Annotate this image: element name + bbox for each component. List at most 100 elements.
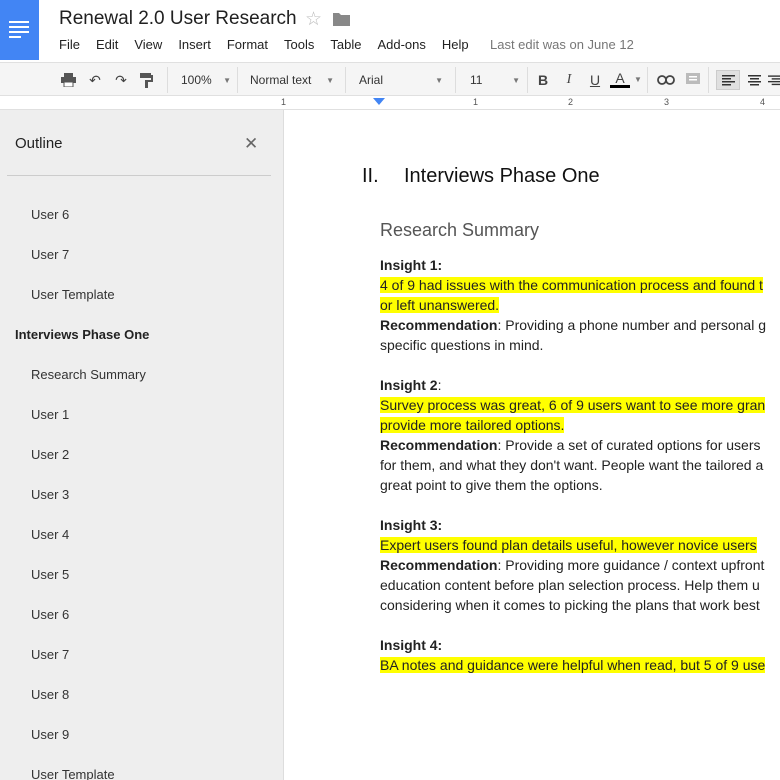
outline-item[interactable]: Interviews Phase One xyxy=(0,327,283,367)
recommendation-text: : Provide a set of curated options for u… xyxy=(497,437,761,453)
insight-text: Survey process was great, 6 of 9 users w… xyxy=(380,397,766,413)
outline-item[interactable]: User Template xyxy=(0,767,283,780)
outline-item[interactable]: User 6 xyxy=(0,207,283,247)
bold-button[interactable]: B xyxy=(533,70,553,90)
document-page[interactable]: II. Interviews Phase One Research Summary… xyxy=(285,110,780,780)
docs-home-icon[interactable] xyxy=(0,0,39,60)
recommendation-label: Recommendation xyxy=(380,557,498,573)
heading-1: II. Interviews Phase One xyxy=(362,165,600,188)
font-size-select[interactable]: 11 ▼ xyxy=(470,69,520,91)
font-select[interactable]: Arial ▼ xyxy=(359,69,443,91)
outline-item[interactable]: User 6 xyxy=(0,607,283,647)
outline-item[interactable]: User 1 xyxy=(0,407,283,447)
recommendation-text: considering when it comes to picking the… xyxy=(380,597,760,613)
insight-label: Insight 1: xyxy=(380,257,443,273)
paint-format-icon[interactable] xyxy=(137,70,157,90)
chevron-down-icon: ▼ xyxy=(326,75,334,85)
menu-bar: File Edit View Insert Format Tools Table… xyxy=(59,37,485,52)
outline-item[interactable]: User 4 xyxy=(0,527,283,567)
text-color-swatch xyxy=(610,85,630,88)
outline-item[interactable]: Research Summary xyxy=(0,367,283,407)
menu-table[interactable]: Table xyxy=(330,37,361,52)
menu-addons[interactable]: Add-ons xyxy=(377,37,425,52)
align-right-icon[interactable] xyxy=(768,70,780,90)
toolbar-separator xyxy=(345,67,346,93)
outline-title: Outline xyxy=(15,135,63,152)
chevron-down-icon[interactable]: ▼ xyxy=(634,75,642,84)
align-center-icon[interactable] xyxy=(744,70,764,90)
recommendation-text: : Providing a phone number and personal … xyxy=(497,317,766,333)
ruler[interactable]: 1 1 2 3 4 xyxy=(0,96,780,110)
zoom-select[interactable]: 100% ▼ xyxy=(181,69,231,91)
ruler-number: 4 xyxy=(760,97,766,107)
folder-icon[interactable] xyxy=(333,12,350,26)
chevron-down-icon: ▼ xyxy=(512,75,520,85)
divider xyxy=(7,175,271,176)
last-edit-status[interactable]: Last edit was on June 12 xyxy=(490,37,634,52)
chevron-down-icon: ▼ xyxy=(223,75,231,85)
heading-text: Interviews Phase One xyxy=(404,165,600,187)
insight-text: 4 of 9 had issues with the communication… xyxy=(380,277,763,293)
app-header: Renewal 2.0 User Research ☆ File Edit Vi… xyxy=(0,0,780,62)
heading-2: Research Summary xyxy=(380,220,540,240)
menu-help[interactable]: Help xyxy=(442,37,469,52)
link-icon[interactable] xyxy=(656,70,676,90)
insight-text: Expert users found plan details useful, … xyxy=(380,537,757,553)
insight-label: Insight 3: xyxy=(380,517,443,533)
text-color-letter: A xyxy=(615,70,625,86)
toolbar-separator xyxy=(167,67,168,93)
toolbar-separator xyxy=(455,67,456,93)
insight-text: or left unanswered. xyxy=(380,297,500,313)
menu-view[interactable]: View xyxy=(134,37,162,52)
zoom-value: 100% xyxy=(181,73,212,87)
insight-text: BA notes and guidance were helpful when … xyxy=(380,657,766,673)
chevron-down-icon: ▼ xyxy=(435,75,443,85)
style-select[interactable]: Normal text ▼ xyxy=(250,69,334,91)
close-icon[interactable]: ✕ xyxy=(244,134,258,154)
outline-item[interactable]: User 3 xyxy=(0,487,283,527)
toolbar-separator xyxy=(237,67,238,93)
menu-insert[interactable]: Insert xyxy=(178,37,211,52)
ruler-number: 1 xyxy=(473,97,479,107)
recommendation-label: Recommendation xyxy=(380,437,498,453)
style-value: Normal text xyxy=(250,73,312,87)
underline-button[interactable]: U xyxy=(585,70,605,90)
font-size-value: 11 xyxy=(470,73,483,87)
outline-item[interactable]: User 9 xyxy=(0,727,283,767)
toolbar: ↶ ↷ 100% ▼ Normal text ▼ Arial ▼ 11 ▼ B … xyxy=(0,62,780,96)
ruler-number: 3 xyxy=(664,97,670,107)
outline-item[interactable]: User 5 xyxy=(0,567,283,607)
recommendation-text: education content before plan selection … xyxy=(380,577,760,593)
menu-file[interactable]: File xyxy=(59,37,80,52)
ruler-number: 2 xyxy=(568,97,574,107)
star-icon[interactable]: ☆ xyxy=(305,8,322,31)
outline-panel: Outline ✕ User 6 User 7 User Template In… xyxy=(0,110,284,780)
outline-item[interactable]: User 8 xyxy=(0,687,283,727)
outline-item[interactable]: User 2 xyxy=(0,447,283,487)
redo-icon[interactable]: ↷ xyxy=(111,70,131,90)
outline-item[interactable]: User 7 xyxy=(0,247,283,287)
print-icon[interactable] xyxy=(58,70,78,90)
italic-button[interactable]: I xyxy=(559,70,579,90)
recommendation-label: Recommendation xyxy=(380,317,498,333)
toolbar-separator xyxy=(647,67,648,93)
text-color-button[interactable]: A xyxy=(610,70,630,90)
insight-text: provide more tailored options. xyxy=(380,417,565,433)
document-title[interactable]: Renewal 2.0 User Research xyxy=(59,8,297,30)
document-body: Insight 1: 4 of 9 had issues with the co… xyxy=(380,255,780,675)
font-value: Arial xyxy=(359,73,384,87)
menu-edit[interactable]: Edit xyxy=(96,37,118,52)
toolbar-separator xyxy=(708,67,709,93)
menu-tools[interactable]: Tools xyxy=(284,37,314,52)
outline-item[interactable]: User Template xyxy=(0,287,283,327)
outline-item[interactable]: User 7 xyxy=(0,647,283,687)
comment-icon[interactable] xyxy=(683,70,703,90)
insight-label: Insight 2 xyxy=(380,377,438,393)
undo-icon[interactable]: ↶ xyxy=(85,70,105,90)
indent-marker[interactable] xyxy=(373,98,385,105)
toolbar-separator xyxy=(527,67,528,93)
insight-label: Insight 4: xyxy=(380,637,443,653)
align-left-icon[interactable] xyxy=(716,70,740,90)
menu-format[interactable]: Format xyxy=(227,37,268,52)
heading-number: II. xyxy=(362,165,379,187)
